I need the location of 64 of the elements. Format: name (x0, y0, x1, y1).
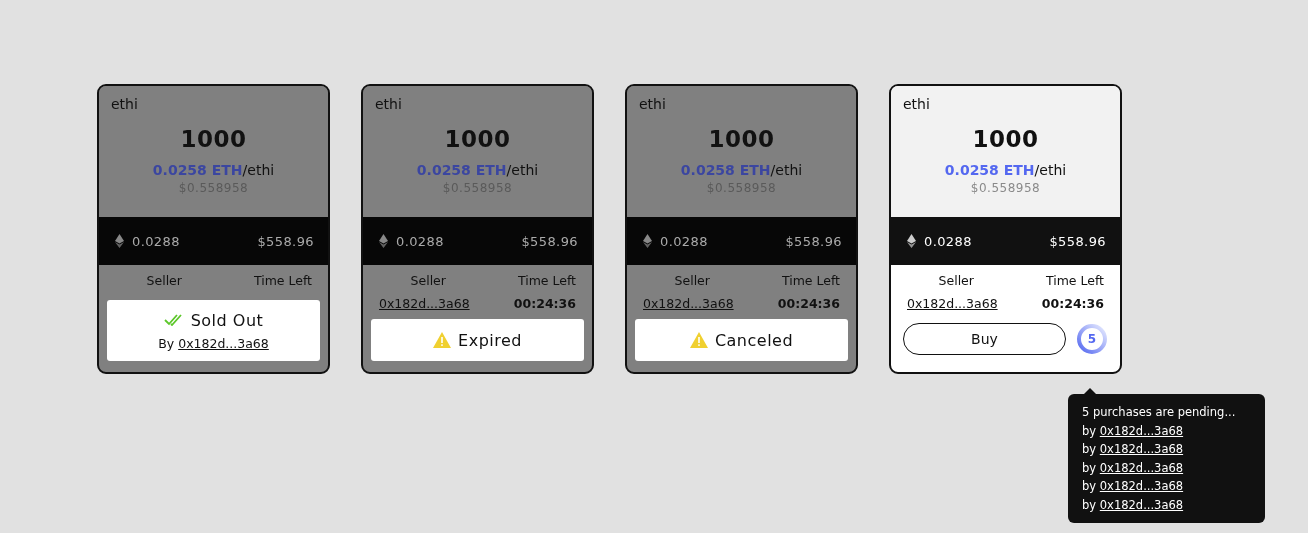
total-usd: $558.96 (1049, 233, 1106, 249)
time-left-label: Time Left (516, 273, 576, 288)
pending-buyer-text: by 0x182d...3a68 (1082, 441, 1185, 458)
ethereum-icon (643, 234, 652, 248)
pending-buyer-text: by 0x182d...3a68 (1082, 478, 1185, 495)
tooltip-title: 5 purchases are pending... (1082, 404, 1237, 421)
token-amount: 1000 (972, 126, 1039, 152)
token-name: ethi (111, 96, 138, 112)
seller-label: Seller (937, 273, 975, 288)
token-amount: 1000 (180, 126, 247, 152)
buy-button[interactable]: Buy (903, 323, 1066, 355)
time-left-label: Time Left (252, 273, 312, 288)
buyer-address-link[interactable]: 0x182d...3a68 (178, 335, 269, 351)
buyer-address-link[interactable]: 0x182d...3a68 (1099, 423, 1184, 438)
unit-price-usd: $0.558958 (970, 181, 1041, 195)
seller-label: Seller (145, 273, 183, 288)
seller-address-link[interactable]: 0x182d...3a68 (643, 296, 734, 311)
seller-address-link[interactable]: 0x182d...3a68 (379, 296, 470, 311)
time-left-label: Time Left (1044, 273, 1104, 288)
token-name: ethi (903, 96, 930, 112)
unit-price: 0.0258 ETH (680, 162, 771, 178)
buyer-address-link[interactable]: 0x182d...3a68 (1099, 442, 1184, 456)
time-left-value: 00:24:36 (776, 296, 840, 311)
total-eth: 0.0288 (660, 233, 708, 249)
price-unit: /ethi (242, 162, 275, 178)
status-text: Sold Out (190, 310, 264, 330)
pending-buyer-text: by 0x182d...3a68 (1082, 496, 1185, 514)
time-left-value: 00:24:36 (1040, 296, 1104, 311)
token-amount: 1000 (708, 126, 775, 152)
token-name: ethi (375, 96, 402, 112)
status-text: Expired (458, 330, 522, 350)
buyer-address-link[interactable]: 0x182d...3a68 (1099, 460, 1184, 475)
warning-icon (433, 332, 452, 348)
pending-indicator[interactable]: 5 (1076, 323, 1108, 355)
total-eth: 0.0288 (924, 233, 972, 249)
token-amount: 1000 (444, 126, 511, 152)
double-check-icon (163, 314, 184, 326)
total-usd: $558.96 (521, 233, 578, 249)
total-eth: 0.0288 (396, 233, 444, 249)
seller-address-link[interactable]: 0x182d...3a68 (907, 296, 998, 311)
price-unit: /ethi (1034, 162, 1067, 178)
pending-buyer-text: by 0x182d...3a68 (1082, 422, 1185, 440)
total-eth: 0.0288 (132, 233, 180, 249)
pending-buyer-text: by 0x182d...3a68 (1082, 459, 1185, 477)
ethereum-icon (115, 234, 124, 248)
unit-price: 0.0258 ETH (152, 162, 243, 178)
warning-icon (689, 332, 708, 348)
seller-label: Seller (409, 273, 447, 288)
price-unit: /ethi (506, 162, 539, 178)
total-usd: $558.96 (257, 233, 314, 249)
buyer-address-link[interactable]: 0x182d...3a68 (1099, 497, 1184, 512)
ethereum-icon (379, 234, 388, 248)
seller-label: Seller (673, 273, 711, 288)
ethereum-icon (907, 234, 916, 248)
total-usd: $558.96 (785, 233, 842, 249)
buyer-text: By 0x182d...3a68 (158, 335, 269, 351)
time-left-label: Time Left (780, 273, 840, 288)
buyer-address-link[interactable]: 0x182d...3a68 (1099, 479, 1184, 493)
status-text: Canceled (714, 330, 794, 350)
unit-price: 0.0258 ETH (416, 162, 507, 178)
price-unit: /ethi (770, 162, 803, 178)
token-name: ethi (639, 96, 666, 112)
time-left-value: 00:24:36 (512, 296, 576, 311)
unit-price: 0.0258 ETH (944, 162, 1035, 178)
